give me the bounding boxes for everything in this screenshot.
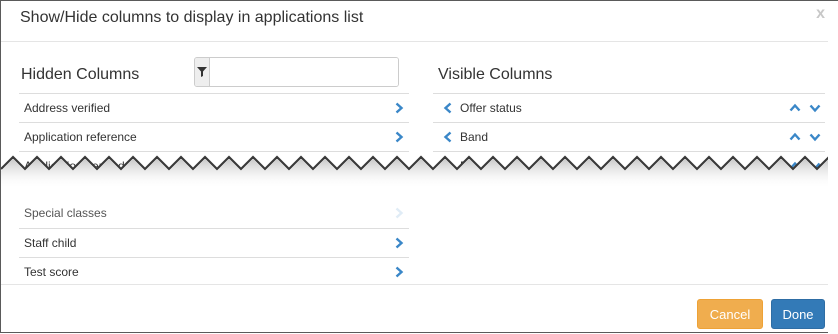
chevron-right-icon[interactable] — [393, 102, 405, 114]
visible-column-item[interactable]: Offer status — [433, 93, 825, 122]
visible-column-item[interactable]: Band — [433, 122, 825, 151]
filter-icon — [195, 58, 210, 86]
chevron-right-icon[interactable] — [393, 237, 405, 249]
column-chooser-modal: Show/Hide columns to display in applicat… — [0, 0, 838, 334]
chevron-down-icon[interactable] — [809, 102, 821, 114]
filter-group — [194, 57, 399, 87]
hidden-column-label: Special classes — [24, 206, 107, 220]
visible-columns-heading: Visible Columns — [438, 66, 553, 83]
modal-footer: Cancel Done — [1, 284, 838, 334]
modal-header: Show/Hide columns to display in applicat… — [1, 1, 838, 42]
cancel-button[interactable]: Cancel — [697, 299, 763, 329]
hidden-column-item[interactable]: Special classes — [19, 199, 409, 228]
hidden-column-label: Address verified — [24, 101, 111, 115]
hidden-columns-list-continued: Special classes Staff child Test score — [19, 199, 409, 286]
modal-title: Show/Hide columns to display in applicat… — [20, 9, 364, 26]
chevron-left-icon[interactable] — [442, 131, 454, 143]
chevron-up-icon[interactable] — [789, 131, 801, 143]
chevron-right-icon[interactable] — [393, 266, 405, 278]
chevron-up-icon[interactable] — [789, 102, 801, 114]
hidden-column-item[interactable]: Test score — [19, 257, 409, 286]
hidden-column-label: Staff child — [24, 236, 77, 250]
chevron-left-icon[interactable] — [442, 102, 454, 114]
hidden-column-item[interactable]: Application reference — [19, 122, 409, 151]
hidden-columns-heading: Hidden Columns — [21, 66, 140, 83]
hidden-column-label: Test score — [24, 265, 79, 279]
close-button[interactable]: x — [816, 5, 825, 23]
chevron-right-icon[interactable] — [393, 207, 405, 219]
filter-input[interactable] — [210, 58, 398, 86]
done-button[interactable]: Done — [771, 299, 825, 329]
visible-column-label: Band — [460, 130, 489, 144]
hidden-column-item[interactable]: Address verified — [19, 93, 409, 122]
torn-edge-break — [1, 155, 838, 201]
chevron-down-icon[interactable] — [809, 131, 821, 143]
chevron-right-icon[interactable] — [393, 131, 405, 143]
hidden-column-item[interactable]: Staff child — [19, 228, 409, 257]
visible-column-label: Offer status — [460, 101, 522, 115]
hidden-column-label: Application reference — [24, 130, 137, 144]
